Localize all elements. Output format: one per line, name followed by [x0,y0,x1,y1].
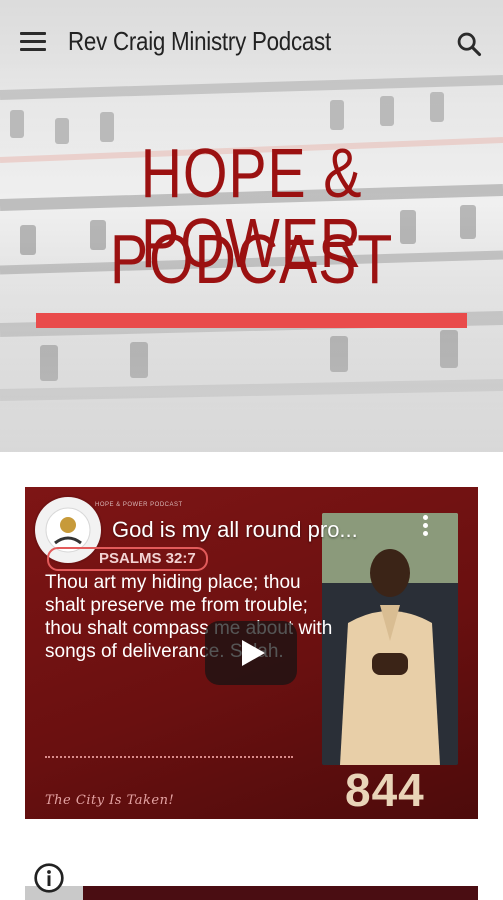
hero-accent-bar [36,313,467,328]
play-icon [242,640,265,666]
tagline: The City Is Taken! [45,793,175,808]
scripture-reference: PSALMS 32:7 [47,547,208,571]
app-title: Rev Craig Ministry Podcast [68,26,331,56]
channel-strip-text: HOPE & POWER PODCAST [95,502,183,508]
more-vert-icon[interactable] [419,515,431,543]
video-title[interactable]: God is my all round pro... [112,517,358,543]
hero-banner: Rev Craig Ministry Podcast HOPE & POWER … [0,0,503,452]
app-toolbar: Rev Craig Ministry Podcast [0,14,503,72]
hamburger-menu-icon[interactable] [20,32,46,54]
divider [45,756,293,758]
video-thumbnail[interactable]: HOPE & POWER PODCAST God is my all round… [25,487,478,819]
search-icon[interactable] [455,30,483,58]
play-button[interactable] [205,621,297,685]
info-icon[interactable] [33,862,65,894]
episode-number: 844 [345,764,425,816]
next-video-thumbnail[interactable] [25,886,478,900]
scripture-verse: Thou art my hiding place; thou shalt pre… [45,572,333,662]
hero-title-line-2: PODCAST [109,220,394,298]
